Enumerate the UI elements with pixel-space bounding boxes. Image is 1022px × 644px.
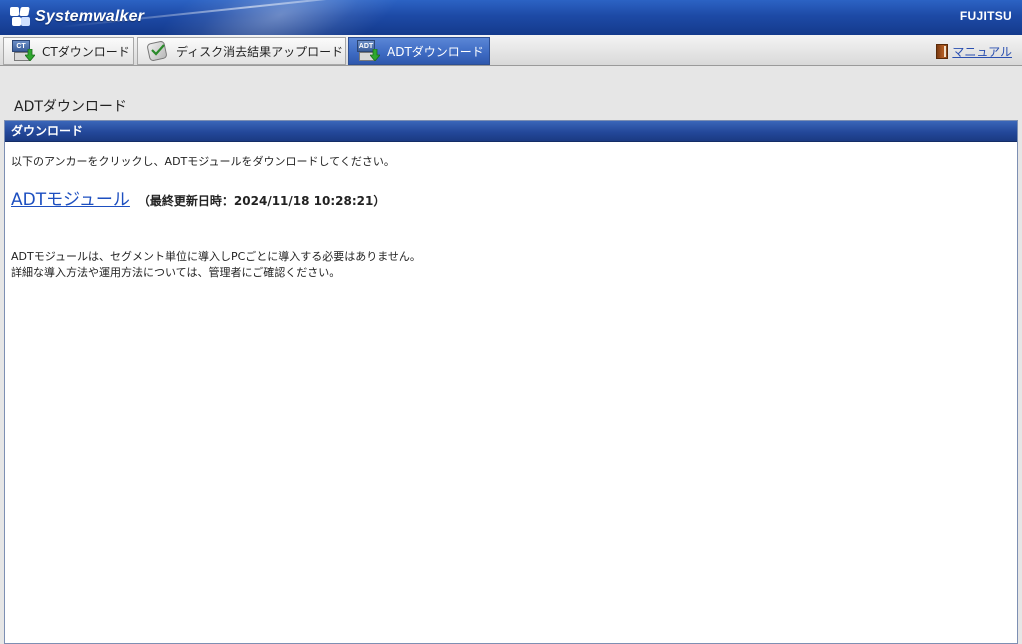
tab-ct-download-label: CTダウンロード	[42, 44, 130, 59]
install-notes: ADTモジュールは、セグメント単位に導入しPCごとに導入する必要はありません。 …	[11, 249, 421, 281]
tab-ct-download[interactable]: CT CTダウンロード	[3, 37, 134, 65]
book-icon	[936, 44, 949, 59]
manual-link-label[interactable]: マニュアル	[952, 43, 1012, 60]
download-instruction: 以下のアンカーをクリックし、ADTモジュールをダウンロードしてください。	[11, 155, 395, 168]
tab-adt-download[interactable]: ADT ADTダウンロード	[348, 37, 490, 65]
adt-module-link[interactable]: ADTモジュール	[11, 185, 130, 210]
disk-erase-upload-icon	[146, 40, 170, 62]
note-line: ADTモジュールは、セグメント単位に導入しPCごとに導入する必要はありません。	[11, 250, 421, 263]
header-banner: Systemwalker FUJITSU	[0, 0, 1022, 35]
tab-adt-download-label: ADTダウンロード	[387, 44, 484, 59]
fujitsu-logo: FUJITSU	[959, 9, 1012, 23]
page-title: ADTダウンロード	[14, 99, 127, 115]
product-name: Systemwalker	[35, 8, 145, 25]
panel-header: ダウンロード	[5, 121, 1017, 142]
manual-link[interactable]: マニュアル	[936, 43, 1012, 60]
systemwalker-logo-icon	[10, 7, 30, 27]
module-row: ADTモジュール （最終更新日時：2024/11/18 10:28:21）	[11, 185, 385, 210]
banner-decoration	[139, 0, 421, 35]
tab-disk-erase-upload[interactable]: ディスク消去結果アップロード	[137, 37, 346, 65]
download-panel: ダウンロード 以下のアンカーをクリックし、ADTモジュールをダウンロードしてくだ…	[4, 120, 1018, 644]
tab-bar: CT CTダウンロード ディスク消去結果アップロード ADT ADTダウンロード	[0, 35, 1022, 66]
note-line: 詳細な導入方法や運用方法については、管理者にご確認ください。	[11, 266, 341, 279]
tab-disk-erase-upload-label: ディスク消去結果アップロード	[176, 44, 344, 59]
last-updated-text: （最終更新日時：2024/11/18 10:28:21）	[137, 194, 386, 208]
adt-download-icon: ADT	[357, 40, 381, 62]
systemwalker-logo: Systemwalker	[10, 6, 144, 28]
ct-download-icon: CT	[12, 40, 36, 62]
